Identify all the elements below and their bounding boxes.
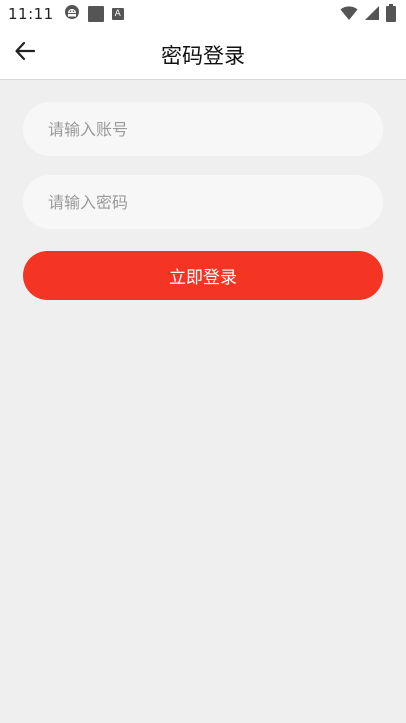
battery-icon xyxy=(386,4,396,26)
password-input[interactable] xyxy=(46,191,360,213)
account-field[interactable] xyxy=(23,102,383,156)
signal-icon xyxy=(364,5,380,25)
wifi-icon xyxy=(340,5,358,25)
password-field[interactable] xyxy=(23,175,383,229)
status-bar: 11:11 A xyxy=(0,0,406,28)
android-debug-icon xyxy=(64,4,80,24)
login-form: 立即登录 xyxy=(23,102,383,300)
page-title: 密码登录 xyxy=(161,44,245,68)
a-icon: A xyxy=(111,8,124,20)
login-button[interactable]: 立即登录 xyxy=(23,251,383,300)
status-left-icons: A xyxy=(64,4,124,24)
account-input[interactable] xyxy=(46,118,360,140)
status-time: 11:11 xyxy=(8,5,54,23)
square-icon xyxy=(87,6,104,22)
status-right-icons xyxy=(340,4,396,26)
app-header: 密码登录 xyxy=(0,28,406,80)
